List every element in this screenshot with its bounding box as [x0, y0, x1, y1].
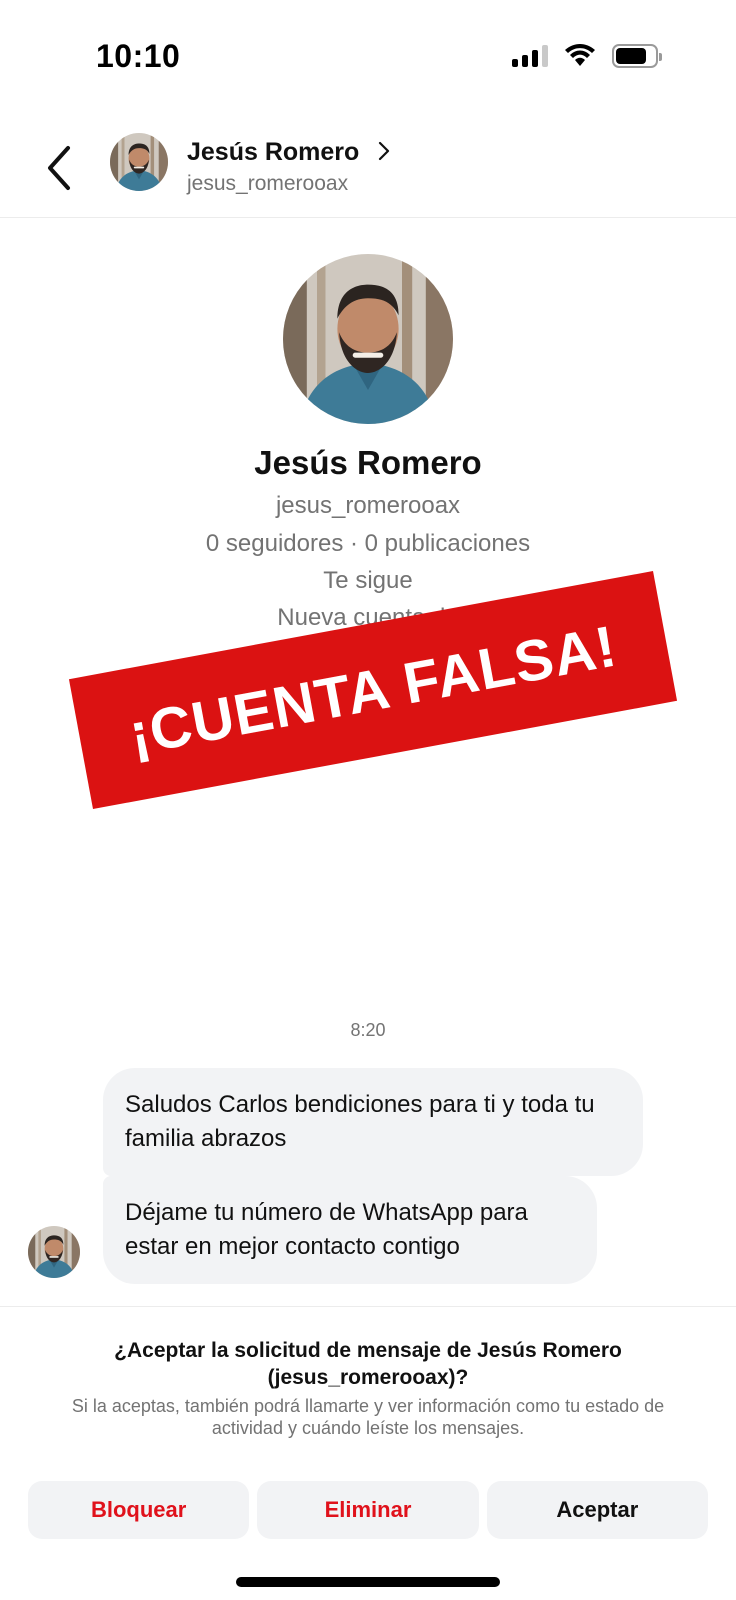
- request-title: ¿Aceptar la solicitud de mensaje de Jesú…: [114, 1339, 622, 1389]
- header-username: jesus_romerooax: [187, 172, 349, 195]
- message-request-panel: ¿Aceptar la solicitud de mensaje de Jesú…: [0, 1306, 736, 1600]
- status-bar: 10:10: [0, 0, 736, 110]
- header-name[interactable]: Jesús Romero: [187, 138, 359, 167]
- profile-stats: 0 seguidores · 0 publicaciones: [205, 530, 531, 557]
- battery-icon: [612, 44, 662, 68]
- message-avatar[interactable]: [28, 1226, 80, 1278]
- profile-username: jesus_romerooax: [275, 492, 461, 519]
- home-indicator[interactable]: [236, 1577, 500, 1587]
- message-bubble[interactable]: Saludos Carlos bendiciones para ti y tod…: [103, 1068, 643, 1176]
- chevron-left-icon[interactable]: [40, 138, 80, 198]
- chevron-right-icon[interactable]: [376, 138, 392, 164]
- status-icons: [512, 44, 662, 68]
- profile-name: Jesús Romero: [254, 444, 482, 481]
- chat-header: Jesús Romero jesus_romerooax: [0, 118, 736, 218]
- message-bubble[interactable]: Déjame tu número de WhatsApp para estar …: [103, 1176, 597, 1284]
- block-button[interactable]: Bloquear: [28, 1481, 250, 1539]
- wifi-icon: [565, 44, 595, 66]
- profile-avatar[interactable]: [283, 254, 453, 424]
- accept-button[interactable]: Aceptar: [486, 1481, 708, 1539]
- request-description: Si la aceptas, también podrá llamarte y …: [71, 1396, 665, 1438]
- message-timestamp: 8:20: [350, 1020, 386, 1040]
- request-buttons: Bloquear Eliminar Aceptar: [28, 1481, 708, 1539]
- cellular-signal-icon: [512, 45, 548, 67]
- delete-button[interactable]: Eliminar: [257, 1481, 479, 1539]
- fake-account-banner-text: ¡CUENTA FALSA!: [124, 613, 622, 767]
- status-time: 10:10: [96, 38, 181, 74]
- avatar[interactable]: [110, 133, 168, 191]
